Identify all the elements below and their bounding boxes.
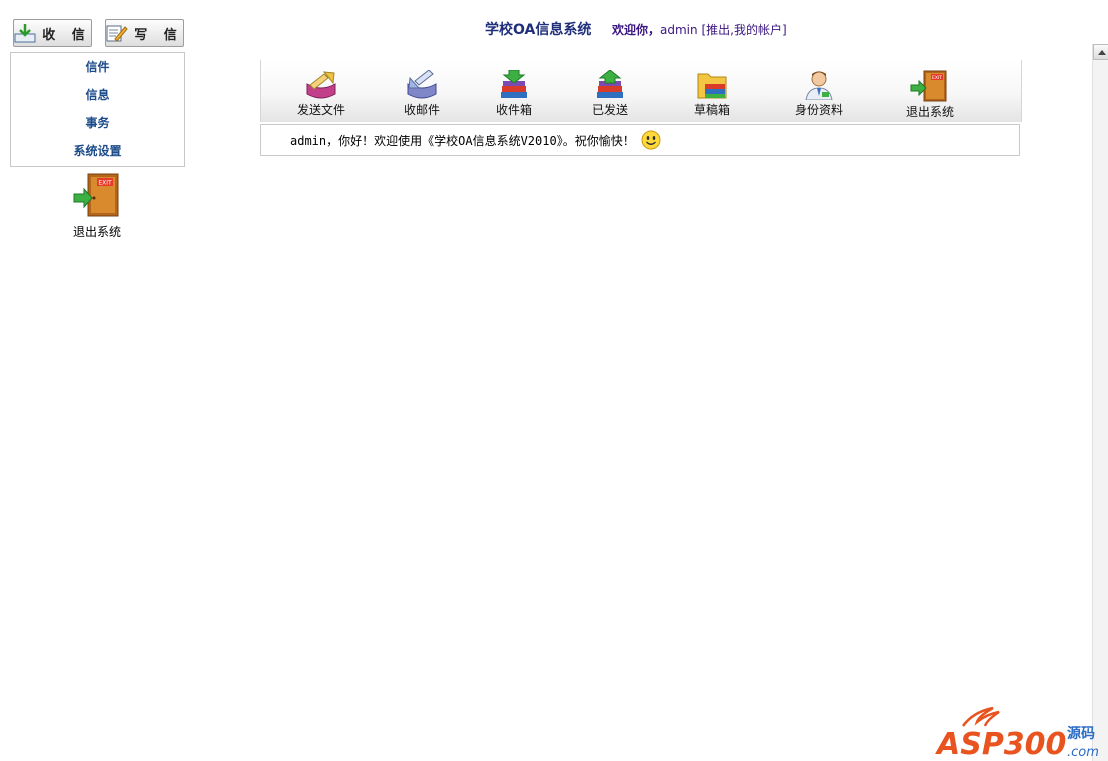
main-toolbar: 发送文件 收邮件 收件箱 已发送 草稿箱 身份资料 EXIT 退出系统 xyxy=(260,60,1022,122)
svg-text:源码: 源码 xyxy=(1067,725,1095,742)
vertical-scrollbar[interactable] xyxy=(1092,44,1108,761)
toolbar-send-file[interactable]: 发送文件 xyxy=(281,70,361,118)
page-title: 学校OA信息系统 xyxy=(485,22,592,38)
header-welcome: 欢迎你，admin [推出,我的帐户] xyxy=(612,21,787,38)
toolbar-receive-mail-label: 收邮件 xyxy=(403,103,440,117)
scroll-up-arrow-icon[interactable] xyxy=(1093,44,1108,60)
welcome-message: admin，你好！欢迎使用《学校OA信息系统V2010》。祝你愉快！ xyxy=(290,133,635,148)
toolbar-profile[interactable]: 身份资料 xyxy=(779,70,859,118)
toolbar-exit[interactable]: EXIT 退出系统 xyxy=(890,70,970,120)
toolbar-sent[interactable]: 已发送 xyxy=(570,70,650,118)
left-exit-label: 退出系统 xyxy=(72,225,121,239)
svg-text:.com: .com xyxy=(1067,745,1099,760)
svg-text:EXIT: EXIT xyxy=(98,180,112,187)
toolbar-drafts-label: 草稿箱 xyxy=(693,103,730,117)
send-file-icon xyxy=(306,71,336,99)
inbox-books-icon xyxy=(501,70,527,98)
toolbar-profile-label: 身份资料 xyxy=(794,103,843,117)
menu-item-letters[interactable]: 信件 xyxy=(11,53,184,81)
toolbar-drafts[interactable]: 草稿箱 xyxy=(672,70,752,118)
write-mail-button[interactable]: 写 信 xyxy=(105,19,184,47)
smiley-icon xyxy=(641,130,661,150)
left-nav-menu: 信件 信息 事务 系统设置 xyxy=(10,52,185,167)
profile-person-icon xyxy=(805,71,833,100)
menu-item-affairs[interactable]: 事务 xyxy=(11,109,184,137)
inbox-download-icon xyxy=(14,24,36,43)
toolbar-exit-label: 退出系统 xyxy=(905,105,954,119)
menu-item-system-settings[interactable]: 系统设置 xyxy=(11,137,184,165)
receive-mail-icon xyxy=(407,70,437,99)
receive-mail-button[interactable]: 收 信 xyxy=(13,19,92,47)
mail-button-row: 收 信 写 信 xyxy=(10,14,186,50)
compose-pencil-icon xyxy=(106,25,128,42)
menu-item-messages[interactable]: 信息 xyxy=(11,81,184,109)
svg-text:ASP300: ASP300 xyxy=(935,727,1066,760)
toolbar-inbox-label: 收件箱 xyxy=(495,103,532,117)
toolbar-send-file-label: 发送文件 xyxy=(296,103,345,117)
welcome-message-bar: admin，你好！欢迎使用《学校OA信息系统V2010》。祝你愉快！ xyxy=(260,124,1020,156)
toolbar-receive-mail[interactable]: 收邮件 xyxy=(382,70,462,118)
drafts-folder-icon xyxy=(697,73,727,99)
toolbar-inbox[interactable]: 收件箱 xyxy=(474,70,554,118)
welcome-prefix: 欢迎你， xyxy=(612,23,661,37)
toolbar-sent-label: 已发送 xyxy=(591,103,628,117)
asp300-watermark-logo: ASP300 源码 .com xyxy=(935,706,1099,760)
welcome-user: admin xyxy=(660,23,698,37)
exit-door-icon: EXIT xyxy=(73,173,119,217)
account-links[interactable]: [推出,我的帐户] xyxy=(701,23,786,37)
exit-door-icon: EXIT xyxy=(910,70,947,102)
left-exit-system-link[interactable]: EXIT 退出系统 xyxy=(63,172,131,240)
svg-text:EXIT: EXIT xyxy=(932,75,942,81)
sent-books-icon xyxy=(597,70,623,98)
